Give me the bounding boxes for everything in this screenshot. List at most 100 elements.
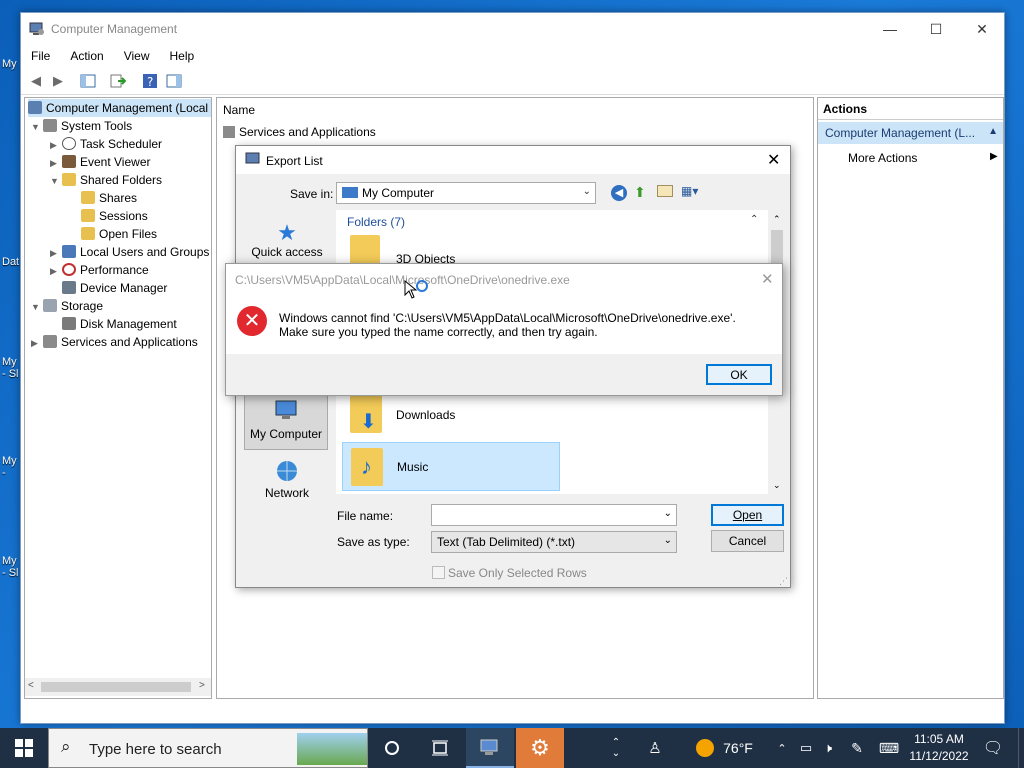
ok-button[interactable]: OK [706,364,772,385]
scroll-right-icon[interactable]: > [199,680,205,691]
menu-action[interactable]: Action [60,45,113,63]
place-network[interactable]: Network [246,458,328,508]
desktop-icon-label[interactable]: My - [2,455,17,479]
tree-item-shares[interactable]: Shares [81,189,137,207]
desktop-icon-label[interactable]: Dat [2,256,19,268]
desktop-icon-label[interactable]: My [2,58,17,70]
collapse-chevron-icon[interactable]: ▼ [31,298,43,316]
collapse-up-icon[interactable]: ▲ [988,126,998,137]
save-as-type-value: Text (Tab Delimited) (*.txt) [437,535,576,549]
export-list-icon[interactable] [109,72,127,90]
error-close-button[interactable]: ✕ [761,270,774,288]
taskbar-search-box[interactable]: ⌕ Type here to search [48,728,368,768]
collapse-group-icon[interactable]: ⌃ [750,214,758,225]
chevron-down-icon[interactable]: ⌄ [664,508,672,519]
tree-item-local-users[interactable]: ▶ Local Users and Groups [50,243,209,261]
title-bar[interactable]: Computer Management — ☐ ✕ [21,13,1004,45]
notifications-icon[interactable]: 🗨 [978,728,1008,768]
tree-item-label: Shares [99,191,138,205]
back-icon[interactable]: ◀ [611,185,627,201]
tree-item-sessions[interactable]: Sessions [81,207,148,225]
up-folder-icon[interactable]: ⬆ [634,184,646,201]
back-arrow-icon[interactable]: ◀ [27,72,45,90]
expand-chevron-icon[interactable]: ▶ [31,334,43,352]
desktop-icon-label[interactable]: My - Sl [2,356,19,380]
expand-chevron-icon[interactable]: ▶ [50,262,62,280]
menu-view[interactable]: View [114,45,160,63]
start-button[interactable] [0,728,48,768]
show-hide-action-pane-icon[interactable] [165,72,183,90]
forward-arrow-icon[interactable]: ▶ [49,72,67,90]
folder-item-downloads[interactable]: Downloads [396,408,455,422]
keyboard-icon[interactable]: ⌨ [876,728,902,768]
computer-icon [245,395,327,427]
menu-file[interactable]: File [21,45,60,63]
close-button[interactable]: ✕ [959,13,1005,45]
clock-date: 11/12/2022 [909,749,969,763]
show-hide-tree-icon[interactable] [79,72,97,90]
tree-item-open-files[interactable]: Open Files [81,225,157,243]
more-actions-item[interactable]: More Actions [848,151,917,165]
list-item[interactable]: Services and Applications [223,125,376,139]
open-button[interactable]: Open [711,504,784,526]
tree-item-disk-management[interactable]: Disk Management [62,315,177,333]
taskbar-app-computer-management[interactable] [466,728,514,768]
help-icon[interactable]: ? [141,72,159,90]
people-icon[interactable]: ♙ [640,728,670,768]
file-name-input[interactable]: ⌄ [431,504,677,526]
ok-button-label: OK [730,367,748,382]
show-desktop-button[interactable] [1018,728,1024,768]
dialog-title-bar[interactable]: Export List ✕ [236,146,790,174]
weather-icon[interactable] [690,728,720,768]
new-folder-icon[interactable] [657,185,673,197]
scrollbar-thumb[interactable] [41,682,191,692]
save-in-dropdown[interactable]: My Computer ⌄ [336,182,596,204]
console-tree: Computer Management (Local ▼ System Tools… [24,97,212,699]
column-header-name[interactable]: Name [223,103,255,117]
place-my-computer[interactable]: My Computer [244,394,328,450]
folder-item-music[interactable]: ♪ Music [342,442,560,491]
task-view-icon[interactable] [418,728,462,768]
cancel-button[interactable]: Cancel [711,530,784,552]
tree-item-shared-folders[interactable]: ▼ Shared Folders [50,171,162,189]
scroll-down-icon[interactable]: ⌄ [773,480,781,491]
open-button-label: Open [732,508,763,522]
task-view-button[interactable] [370,728,414,768]
tree-item-task-scheduler[interactable]: ▶ Task Scheduler [50,135,162,153]
tree-item-event-viewer[interactable]: ▶ Event Viewer [50,153,150,171]
taskbar-overflow-icon[interactable]: ⌃ ⌄ [604,728,628,768]
menu-help[interactable]: Help [160,45,205,63]
clock[interactable]: 11:05 AM 11/12/2022 [906,731,972,765]
save-as-type-dropdown[interactable]: Text (Tab Delimited) (*.txt) ⌄ [431,531,677,553]
collapse-chevron-icon[interactable]: ▼ [50,172,62,190]
tree-item-performance[interactable]: ▶ Performance [50,261,149,279]
desktop-icon-label[interactable]: My - Sl [2,555,19,579]
tree-item-services[interactable]: ▶ Services and Applications [31,333,198,351]
weather-temperature[interactable]: 76°F [720,728,756,768]
tree-root[interactable]: Computer Management (Local [28,99,211,117]
tree-item-system-tools[interactable]: ▼ System Tools [31,117,132,135]
tree-horizontal-scrollbar[interactable]: < > [25,678,211,696]
dialog-close-button[interactable]: ✕ [767,150,780,170]
network-status-icon[interactable]: ▭ [796,728,816,768]
maximize-button[interactable]: ☐ [913,13,959,45]
expand-chevron-icon[interactable]: ▶ [50,154,62,172]
expand-chevron-icon[interactable]: ▶ [50,136,62,154]
save-only-selected-checkbox[interactable] [432,566,445,579]
minimize-button[interactable]: — [867,13,913,45]
taskbar-app-settings[interactable]: ⚙ [516,728,564,768]
resize-grip-icon[interactable]: ⋰ [779,576,788,587]
expand-chevron-icon[interactable]: ▶ [50,244,62,262]
more-actions-label: More Actions [848,151,918,165]
scroll-left-icon[interactable]: < [28,680,34,691]
view-menu-icon[interactable]: ▦▾ [681,184,698,198]
actions-section-computer-management[interactable]: Computer Management (L... ▲ [818,122,1003,144]
pen-icon[interactable]: ✎ [846,728,868,768]
show-hidden-icons-icon[interactable]: ⌃ [774,728,790,768]
tree-item-storage[interactable]: ▼ Storage [31,297,103,315]
group-header-folders[interactable]: Folders (7) [347,215,405,229]
collapse-chevron-icon[interactable]: ▼ [31,118,43,136]
volume-muted-icon[interactable]: 🕨 [818,728,838,768]
scroll-up-icon[interactable]: ⌃ [773,214,781,225]
tree-item-device-manager[interactable]: Device Manager [62,279,167,297]
